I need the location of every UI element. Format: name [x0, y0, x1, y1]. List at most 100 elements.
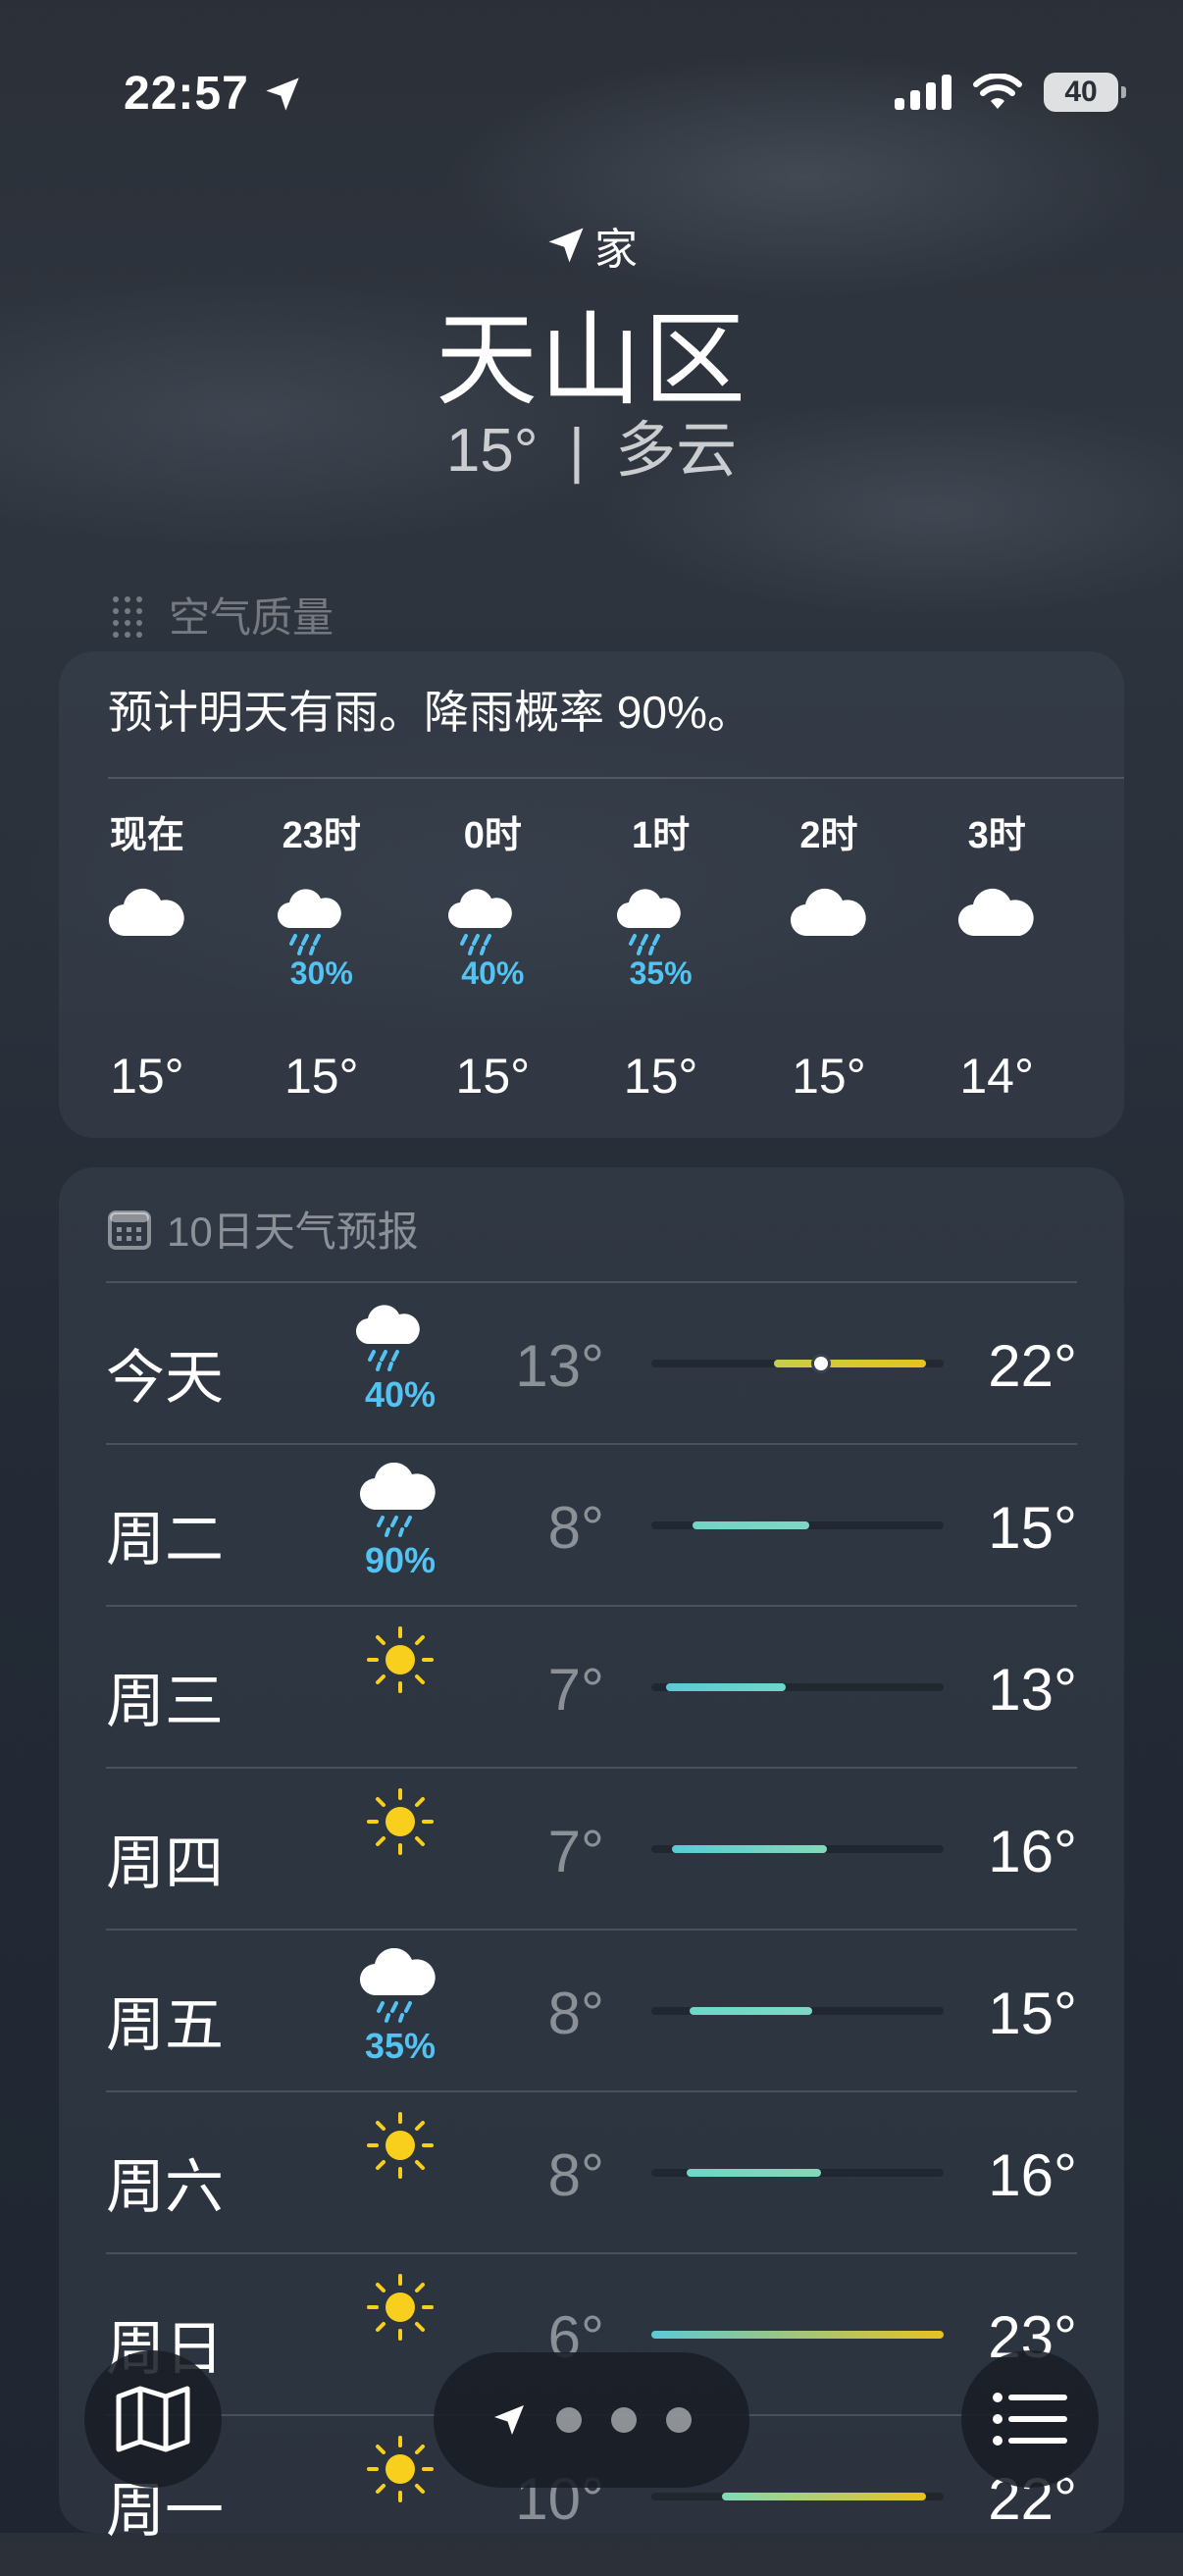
air-quality-header[interactable]: 空气质量	[108, 585, 334, 644]
precip-chance: 30%	[289, 955, 353, 991]
sun-icon	[322, 1624, 479, 1696]
current-condition: 多云	[615, 417, 738, 485]
day-label: 周五	[106, 1992, 224, 2058]
map-button[interactable]	[84, 2350, 222, 2488]
calendar-icon	[108, 1210, 151, 1250]
day-row[interactable]: 今天 40% 13° 22°	[106, 1281, 1077, 1443]
hour-temperature: 15°	[283, 1049, 359, 1104]
location-arrow-icon	[548, 228, 584, 263]
temperature-range-bar	[692, 1521, 809, 1529]
day-row[interactable]: 周四 7° 16°	[106, 1767, 1077, 1929]
precip-chance: 90%	[364, 1540, 437, 1580]
page-indicator[interactable]	[434, 2352, 749, 2488]
conditions-separator: |	[568, 417, 585, 485]
hourly-list[interactable]: 现在 15° 23时 30% 15° 0时 40% 15° 1时 35% 15° 2时 15° 3时 14°	[59, 804, 1124, 1118]
temperature-range-track	[651, 2331, 944, 2339]
map-icon	[116, 2386, 190, 2452]
high-temperature: 15°	[988, 1495, 1077, 1561]
list-icon	[993, 2393, 1067, 2446]
cloud-moon-rain-icon: 40%	[322, 1301, 479, 1416]
low-temperature: 7°	[547, 1657, 604, 1723]
temperature-range-bar	[686, 2169, 821, 2177]
high-temperature: 13°	[988, 1657, 1077, 1723]
hour-label: 0时	[463, 815, 522, 856]
wifi-icon	[973, 74, 1022, 109]
temperature-range-bar	[651, 2331, 944, 2339]
low-temperature: 8°	[547, 1981, 604, 2046]
sun-icon	[322, 1786, 479, 1858]
cloud-icon	[750, 851, 907, 993]
temperature-range-track	[651, 1357, 944, 1370]
precip-chance: 35%	[364, 2026, 437, 2066]
day-row[interactable]: 周五 35% 8° 15°	[106, 1929, 1077, 2090]
cloud-moon-rain-icon: 35%	[583, 851, 740, 993]
row-divider	[106, 1443, 1077, 1445]
row-divider	[106, 1767, 1077, 1769]
low-temperature: 8°	[547, 2142, 604, 2208]
day-row[interactable]: 周三 7° 13°	[106, 1605, 1077, 1767]
day-row[interactable]: 周二 90% 8° 15°	[106, 1443, 1077, 1605]
high-temperature: 16°	[988, 2142, 1077, 2208]
temperature-range-bar	[774, 1360, 927, 1367]
city-list-button[interactable]	[961, 2350, 1099, 2488]
sun-icon	[322, 2110, 479, 2182]
hour-temperature: 15°	[623, 1049, 698, 1104]
day-row[interactable]: 周六 8° 16°	[106, 2090, 1077, 2252]
row-divider	[106, 1281, 1077, 1283]
location-page-icon	[494, 2405, 524, 2435]
cloud-moon-rain-icon: 40%	[414, 851, 571, 993]
location-arrow-icon	[266, 77, 299, 111]
temperature-range-track	[651, 2007, 944, 2015]
ten-day-title: 10日天气预报	[167, 1209, 419, 1255]
temperature-range-track	[651, 1845, 944, 1853]
sun-icon	[322, 2272, 479, 2344]
day-label: 周二	[106, 1507, 224, 1572]
temperature-range-track	[651, 2169, 944, 2177]
page-dot[interactable]	[666, 2407, 692, 2433]
temperature-range-track	[651, 1683, 944, 1691]
precip-chance: 40%	[461, 955, 525, 991]
clock: 22:57	[124, 68, 249, 120]
ten-day-header: 10日天气预报	[108, 1199, 419, 1259]
hour-item: 3时 14°	[918, 804, 1075, 1104]
precip-chance: 40%	[364, 1374, 437, 1415]
hourly-divider	[108, 777, 1124, 779]
cellular-signal-icon	[895, 75, 952, 110]
hour-label: 2时	[799, 815, 858, 856]
temperature-range-bar	[671, 1845, 827, 1853]
page-dot[interactable]	[611, 2407, 637, 2433]
cloud-icon	[69, 851, 226, 993]
low-temperature: 13°	[515, 1333, 604, 1399]
low-temperature: 8°	[547, 1495, 604, 1561]
air-quality-label: 空气质量	[169, 594, 334, 641]
high-temperature: 15°	[988, 1981, 1077, 2046]
hour-label: 1时	[632, 815, 691, 856]
cloud-moon-rain-icon: 30%	[243, 851, 400, 993]
temperature-range-bar	[665, 1683, 787, 1691]
hour-temperature: 15°	[792, 1049, 866, 1104]
current-temperature: 15°	[445, 417, 539, 485]
page-dot[interactable]	[556, 2407, 582, 2433]
row-divider	[106, 1929, 1077, 1931]
battery-indicator: 40	[1044, 73, 1126, 112]
forecast-summary: 预计明天有雨。降雨概率 90%。	[108, 687, 752, 738]
location-tag-label: 家	[594, 226, 638, 274]
high-temperature: 16°	[988, 1819, 1077, 1884]
precip-chance: 35%	[629, 955, 693, 991]
low-temperature: 7°	[547, 1819, 604, 1884]
hour-label: 23时	[282, 815, 361, 856]
hour-item: 1时 35% 15°	[583, 804, 740, 1104]
temperature-range-bar	[689, 2007, 812, 2015]
high-temperature: 22°	[988, 1333, 1077, 1399]
hour-item: 23时 30% 15°	[243, 804, 400, 1104]
temperature-range-bar	[721, 2493, 927, 2500]
hour-item: 现在 15°	[69, 804, 226, 1104]
hour-label: 3时	[967, 815, 1026, 856]
current-conditions: 15° | 多云	[0, 400, 1183, 489]
hour-temperature: 15°	[110, 1049, 184, 1104]
cloud-icon	[918, 851, 1075, 993]
hour-temperature: 15°	[455, 1049, 531, 1104]
day-label: 周六	[106, 2154, 224, 2220]
row-divider	[106, 2252, 1077, 2254]
battery-level: 40	[1064, 76, 1098, 108]
